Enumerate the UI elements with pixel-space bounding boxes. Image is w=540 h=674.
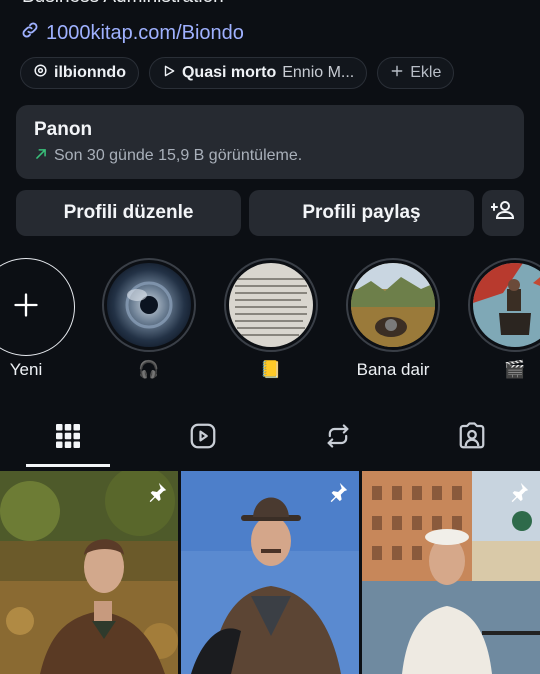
highlight-item[interactable]: Bana dair (344, 258, 442, 382)
add-person-icon (490, 198, 515, 228)
highlight-item[interactable]: 🎧 (100, 258, 198, 382)
plus-icon (390, 64, 404, 83)
tab-reels[interactable] (148, 410, 258, 466)
active-tab-indicator (26, 464, 110, 467)
music-artist: Ennio M... (282, 64, 355, 81)
highlight-cover-image (351, 263, 435, 347)
highlight-cover-image (229, 263, 313, 347)
dashboard-subtitle: Son 30 günde 15,9 B görüntüleme. (54, 147, 303, 164)
highlight-cover-image (473, 263, 540, 347)
highlight-cover-image (107, 263, 191, 347)
pin-icon (327, 481, 349, 508)
threads-chip[interactable]: ilbionndo (20, 57, 139, 89)
profile-link-text: 1000kitap.com/Biondo (46, 21, 244, 44)
professional-dashboard[interactable]: Panon Son 30 günde 15,9 B görüntüleme. (16, 105, 524, 179)
posts-grid (0, 471, 540, 674)
highlight-label: 📒 (260, 360, 282, 379)
link-icon (20, 20, 40, 46)
play-icon (162, 64, 176, 83)
add-chip-label: Ekle (410, 64, 442, 81)
discover-people-button[interactable] (482, 190, 524, 236)
new-highlight-ring (0, 258, 75, 356)
profile-tabs (0, 410, 540, 468)
profile-link[interactable]: 1000kitap.com/Biondo (20, 20, 244, 46)
edit-profile-button[interactable]: Profili düzenle (16, 190, 241, 236)
trend-up-icon (34, 147, 48, 165)
tab-tagged[interactable] (417, 410, 527, 466)
reels-icon (188, 421, 218, 456)
pin-icon (508, 481, 530, 508)
music-chip[interactable]: Quasi morto Ennio M... (148, 57, 368, 89)
add-link-chip[interactable]: Ekle (377, 57, 455, 89)
dashboard-title: Panon (34, 119, 93, 140)
tab-posts[interactable] (13, 410, 123, 466)
post-thumbnail[interactable] (0, 471, 178, 674)
share-profile-button[interactable]: Profili paylaş (249, 190, 474, 236)
tagged-icon (457, 421, 487, 456)
post-thumbnail[interactable] (181, 471, 359, 674)
profile-category: Business Administration (22, 0, 224, 8)
post-thumbnail[interactable] (362, 471, 540, 674)
threads-icon (33, 63, 48, 83)
grid-icon (55, 423, 81, 454)
highlight-new[interactable]: Yeni (0, 258, 75, 382)
highlight-item[interactable]: 🎬 (466, 258, 540, 382)
music-title: Quasi morto (181, 64, 277, 81)
reposts-icon (324, 422, 352, 455)
pin-icon (146, 481, 168, 508)
highlight-label: Bana dair (356, 360, 430, 379)
tab-reposts[interactable] (283, 410, 393, 466)
highlight-label: 🎧 (138, 360, 160, 379)
highlight-label: 🎬 (504, 360, 526, 379)
threads-chip-label: ilbionndo (54, 64, 126, 81)
plus-icon (12, 291, 40, 324)
highlight-label: Yeni (9, 360, 43, 379)
highlight-item[interactable]: 📒 (222, 258, 320, 382)
